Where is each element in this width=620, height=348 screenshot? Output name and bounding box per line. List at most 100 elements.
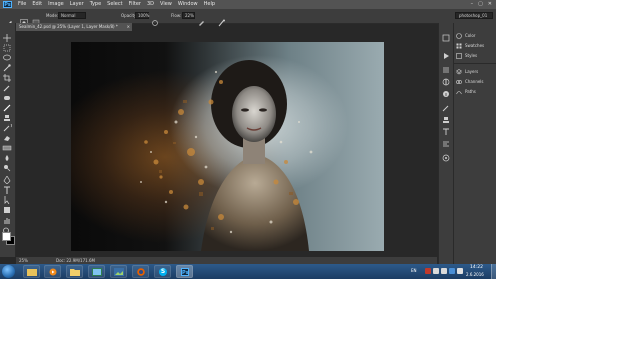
photoshop-icon: Ps [181, 268, 189, 276]
document-canvas[interactable] [71, 42, 384, 251]
menu-filter[interactable]: Filter [129, 0, 141, 9]
panel-channels[interactable]: Channels [456, 77, 496, 86]
zoom-level[interactable]: 25% [19, 257, 28, 264]
swatches-icon [456, 43, 462, 49]
explorer-icon [27, 269, 37, 276]
clone-source-panel-icon[interactable] [442, 109, 450, 123]
menu-help[interactable]: Help [204, 0, 215, 9]
panel-paths[interactable]: Paths [456, 87, 496, 96]
menu-layer[interactable]: Layer [70, 0, 84, 9]
dodge-icon[interactable] [2, 157, 12, 172]
taskbar-photoshop[interactable]: Ps [176, 265, 193, 278]
lasso-icon[interactable] [2, 47, 12, 61]
panel-label-layers: Layers [465, 69, 479, 74]
menu-file[interactable]: File [18, 0, 26, 9]
actions-panel-icon[interactable] [442, 45, 450, 59]
history-brush-icon[interactable] [2, 117, 12, 132]
brush-panel-icon[interactable] [32, 12, 40, 27]
menu-window[interactable]: Window [178, 0, 198, 9]
taskbar-firefox[interactable] [132, 265, 149, 278]
hand-icon[interactable] [2, 210, 12, 224]
firefox-icon [137, 268, 145, 276]
taskbar-photo-viewer[interactable] [110, 265, 127, 278]
menu-select[interactable]: Select [107, 0, 122, 9]
tray-network-icon[interactable] [433, 268, 439, 274]
windows-taskbar: S Ps EN 14:22 2.6.2016 [0, 264, 496, 279]
skype-icon: S [159, 268, 167, 276]
navigator-panel-icon[interactable] [442, 147, 450, 162]
minimize-button[interactable]: – [471, 1, 474, 7]
history-panel-icon[interactable] [442, 27, 450, 42]
airbrush-icon[interactable] [198, 12, 206, 26]
tray-app-icon[interactable] [449, 268, 455, 274]
clock-date[interactable]: 2.6.2016 [466, 272, 484, 277]
clock-time[interactable]: 14:22 [470, 265, 483, 270]
menu-image[interactable]: Image [48, 0, 64, 9]
taskbar-file-manager[interactable] [88, 265, 105, 278]
shape-icon[interactable] [2, 199, 12, 213]
panel-layers[interactable]: Layers [455, 67, 496, 76]
taskbar-folder[interactable] [66, 265, 83, 278]
paragraph-panel-icon[interactable] [442, 133, 450, 147]
menu-type[interactable]: Type [90, 0, 101, 9]
brush-size-icon[interactable] [20, 12, 28, 27]
document-tab-title: Sealmin_42.psd @ 25% (Layer 1, Layer Mas… [19, 24, 118, 29]
eyedropper-icon[interactable] [2, 77, 12, 92]
pressure-opacity-icon[interactable] [151, 12, 159, 26]
path-select-icon[interactable] [2, 189, 12, 205]
panel-label-swatches: Swatches [465, 43, 485, 48]
menu-view[interactable]: View [160, 0, 172, 9]
tablet-pressure-size-icon[interactable] [218, 12, 226, 27]
taskbar-media-player[interactable] [44, 265, 61, 278]
adjustments-panel-icon[interactable] [442, 71, 450, 86]
info-panel-icon[interactable] [442, 83, 450, 97]
panel-icon-strip [438, 23, 453, 264]
healing-icon[interactable] [2, 87, 12, 100]
menu-3d[interactable]: 3D [147, 0, 154, 9]
channels-icon [456, 79, 462, 85]
clone-stamp-icon[interactable] [2, 107, 12, 121]
gradient-icon[interactable] [2, 137, 12, 151]
styles-icon [456, 52, 462, 59]
brush-tool-preset-icon[interactable] [5, 12, 13, 27]
photoshop-logo: Ps [3, 1, 12, 8]
foreground-color-swatch[interactable] [2, 232, 11, 241]
workspace-select[interactable]: photoshop_01 [455, 12, 493, 19]
tray-volume-icon[interactable] [441, 268, 447, 274]
tray-flag-icon[interactable] [457, 268, 463, 274]
blur-icon[interactable] [2, 147, 12, 161]
document-tab[interactable]: Sealmin_42.psd @ 25% (Layer 1, Layer Mas… [16, 23, 132, 31]
properties-panel-icon[interactable] [442, 59, 450, 73]
panel-styles[interactable]: Styles [456, 51, 496, 60]
eraser-icon[interactable] [2, 127, 12, 141]
pen-icon[interactable] [2, 169, 12, 185]
show-desktop-button[interactable] [491, 264, 496, 279]
taskbar-explorer[interactable] [23, 265, 40, 278]
opacity-field[interactable]: 100% [135, 12, 149, 19]
move-icon[interactable] [2, 27, 12, 42]
brush-presets-panel-icon[interactable] [442, 97, 450, 112]
quick-select-icon[interactable] [2, 57, 12, 72]
crop-icon[interactable] [2, 67, 12, 82]
marquee-icon[interactable] [2, 37, 12, 52]
close-button[interactable]: ✕ [488, 1, 492, 7]
start-button[interactable] [2, 265, 15, 278]
flow-label: Flow: [171, 13, 182, 18]
menu-edit[interactable]: Edit [32, 0, 42, 9]
panel-color[interactable]: Color [456, 31, 496, 40]
panel-swatches[interactable]: Swatches [456, 41, 496, 50]
collapsed-panels: Color Swatches Styles Layers Channels Pa… [453, 23, 496, 264]
taskbar-skype[interactable]: S [154, 265, 171, 278]
language-indicator[interactable]: EN [411, 268, 417, 273]
mode-select[interactable]: Normal [58, 12, 86, 19]
brush-icon[interactable] [2, 97, 12, 112]
character-panel-icon[interactable] [442, 121, 450, 135]
canvas-area[interactable] [16, 31, 437, 258]
close-tab-icon[interactable]: × [127, 23, 130, 31]
type-icon[interactable] [2, 179, 12, 194]
tray-security-icon[interactable] [425, 268, 431, 274]
maximize-button[interactable]: ▢ [478, 1, 483, 7]
flow-field[interactable]: 22% [182, 12, 195, 19]
zoom-icon[interactable] [2, 220, 12, 236]
panel-label-paths: Paths [465, 89, 476, 94]
